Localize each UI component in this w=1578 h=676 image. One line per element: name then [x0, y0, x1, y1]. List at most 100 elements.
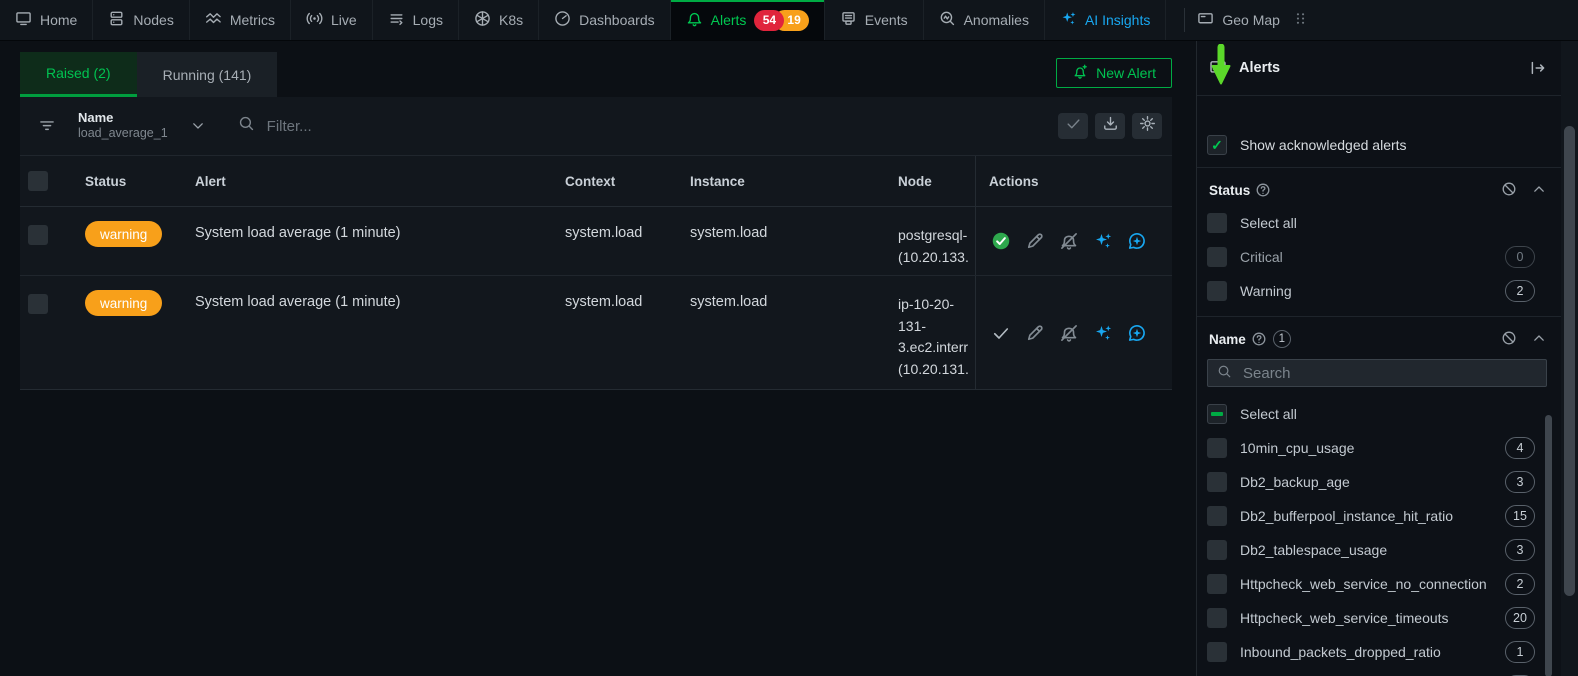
top-nav-items: Home Nodes Metrics Live Logs K8s Dashboa…	[0, 0, 1167, 40]
column-node[interactable]: Node	[880, 156, 975, 206]
show-acknowledged-checkbox[interactable]	[1207, 135, 1227, 155]
name-filter-httpcheck-web-service-no-connection[interactable]: Httpcheck_web_service_no_connection 2	[1197, 567, 1561, 601]
name-filter-db2-tablespace-usage[interactable]: Db2_tablespace_usage 3	[1197, 533, 1561, 567]
nav-item-logs[interactable]: Logs	[373, 0, 459, 40]
metrics-icon	[205, 10, 222, 30]
edit-silencing-rule-button[interactable]	[1023, 321, 1047, 345]
select-all-rows-checkbox[interactable]	[28, 171, 48, 191]
filter-checkbox[interactable]	[1207, 472, 1227, 492]
grip-icon[interactable]	[1292, 10, 1309, 30]
row-checkbox[interactable]	[28, 225, 48, 245]
tab-raised[interactable]: Raised (2)	[20, 52, 137, 97]
chevron-up-icon[interactable]	[1531, 330, 1547, 349]
acknowledge-button[interactable]	[989, 321, 1013, 345]
column-instance[interactable]: Instance	[690, 156, 880, 206]
edit-silencing-rule-button[interactable]	[1023, 229, 1047, 253]
filter-input[interactable]	[264, 116, 565, 136]
filter-checkbox[interactable]	[1207, 438, 1227, 458]
nav-item-ai-insights[interactable]: AI Insights	[1045, 0, 1167, 40]
filter-label: Critical	[1240, 249, 1283, 265]
bell-icon	[686, 10, 703, 30]
nav-item-anomalies[interactable]: Anomalies	[924, 0, 1045, 40]
silence-alert-button[interactable]	[1057, 321, 1081, 345]
ai-insights-button[interactable]	[1091, 321, 1115, 345]
filter-checkbox[interactable]	[1207, 247, 1227, 267]
nav-item-alerts[interactable]: Alerts 54 19	[670, 0, 825, 40]
alerts-app: Home Nodes Metrics Live Logs K8s Dashboa…	[0, 0, 1578, 676]
name-filter-10min-cpu-usage[interactable]: 10min_cpu_usage 4	[1197, 431, 1561, 465]
name-search-input[interactable]	[1241, 363, 1537, 383]
bell-plus-icon	[1072, 64, 1088, 83]
name-filter-load-average-1[interactable]: Load_average_1 2	[1197, 669, 1561, 676]
name-filter-db2-backup-age[interactable]: Db2_backup_age 3	[1197, 465, 1561, 499]
collapse-right-icon[interactable]	[1529, 59, 1547, 77]
name-list-scrollbar[interactable]	[1545, 415, 1552, 676]
sidebar-title: Alerts	[1239, 60, 1281, 76]
status-filter-warning[interactable]: Warning 2	[1197, 274, 1561, 308]
anomalies-icon	[939, 10, 956, 30]
nav-item-label: Anomalies	[963, 12, 1029, 28]
filter-checkbox[interactable]	[1207, 608, 1227, 628]
name-filter-inbound-packets-dropped-ratio[interactable]: Inbound_packets_dropped_ratio 1	[1197, 635, 1561, 669]
name-section-title: Name	[1209, 331, 1246, 347]
show-acknowledged-toggle[interactable]: Show acknowledged alerts	[1207, 135, 1549, 155]
filter-count: 2	[1505, 573, 1535, 595]
dashboards-icon	[554, 10, 571, 30]
alert-name[interactable]: System load average (1 minute)	[195, 207, 565, 275]
filter-checkbox[interactable]	[1207, 540, 1227, 560]
ban-icon[interactable]	[1501, 181, 1517, 200]
row-checkbox[interactable]	[28, 294, 48, 314]
acknowledge-button[interactable]	[989, 229, 1013, 253]
nav-item-events[interactable]: Events	[825, 0, 924, 40]
help-icon[interactable]	[1255, 182, 1271, 198]
filter-checkbox[interactable]	[1207, 574, 1227, 594]
filter-checkbox[interactable]	[1207, 213, 1227, 233]
nav-item-live[interactable]: Live	[291, 0, 373, 40]
nav-item-label: Events	[864, 12, 908, 28]
alert-name[interactable]: System load average (1 minute)	[195, 276, 565, 389]
download-button[interactable]	[1095, 113, 1125, 139]
bulk-check-button[interactable]	[1058, 113, 1088, 139]
ai-insights-button[interactable]	[1091, 229, 1115, 253]
name-filter-httpcheck-web-service-timeouts[interactable]: Httpcheck_web_service_timeouts 20	[1197, 601, 1561, 635]
settings-button[interactable]	[1132, 113, 1162, 139]
nav-item-metrics[interactable]: Metrics	[190, 0, 291, 40]
page-scrollbar-thumb[interactable]	[1564, 126, 1575, 596]
chevron-up-icon[interactable]	[1531, 181, 1547, 200]
page-scrollbar[interactable]	[1561, 41, 1578, 676]
status-section-title: Status	[1209, 182, 1251, 198]
nav-item-k8s[interactable]: K8s	[459, 0, 540, 40]
sort-selector[interactable]: Name load_average_1	[78, 110, 168, 142]
funnel-icon[interactable]	[38, 117, 56, 135]
ban-icon[interactable]	[1501, 330, 1517, 349]
ai-chat-button[interactable]	[1125, 229, 1149, 253]
table-row: warning System load average (1 minute) s…	[20, 207, 1172, 275]
filter-checkbox[interactable]	[1207, 281, 1227, 301]
tab-running[interactable]: Running (141)	[136, 52, 278, 97]
silence-alert-button[interactable]	[1057, 229, 1081, 253]
nav-item-geo-map[interactable]: Geo Map	[1197, 10, 1309, 30]
ai-chat-button[interactable]	[1125, 321, 1149, 345]
nav-item-label: Metrics	[229, 12, 275, 28]
status-filter-select-all[interactable]: Select all	[1197, 206, 1561, 240]
filter-checkbox[interactable]	[1207, 642, 1227, 662]
nav-item-dashboards[interactable]: Dashboards	[539, 0, 671, 40]
k8s-icon	[474, 10, 491, 30]
chevron-down-icon[interactable]	[190, 118, 206, 134]
alert-node[interactable]: ip-10-20- 131- 3.ec2.interr (10.20.131.	[880, 276, 975, 389]
column-context[interactable]: Context	[565, 156, 690, 206]
help-icon[interactable]	[1251, 331, 1267, 347]
alert-node[interactable]: postgresql- (10.20.133.	[880, 207, 975, 275]
nav-item-label: Dashboards	[579, 12, 655, 28]
filter-checkbox[interactable]	[1207, 506, 1227, 526]
name-filter-select-all[interactable]: Select all	[1197, 397, 1561, 431]
search-icon	[1217, 364, 1232, 382]
new-alert-button[interactable]: New Alert	[1056, 58, 1172, 88]
name-filter-db2-bufferpool-instance-hit-ratio[interactable]: Db2_bufferpool_instance_hit_ratio 15	[1197, 499, 1561, 533]
filter-checkbox[interactable]	[1207, 404, 1227, 424]
column-status[interactable]: Status	[85, 156, 195, 206]
nav-item-nodes[interactable]: Nodes	[93, 0, 190, 40]
column-alert[interactable]: Alert	[195, 156, 565, 206]
nav-item-home[interactable]: Home	[0, 0, 94, 40]
status-filter-critical[interactable]: Critical 0	[1197, 240, 1561, 274]
